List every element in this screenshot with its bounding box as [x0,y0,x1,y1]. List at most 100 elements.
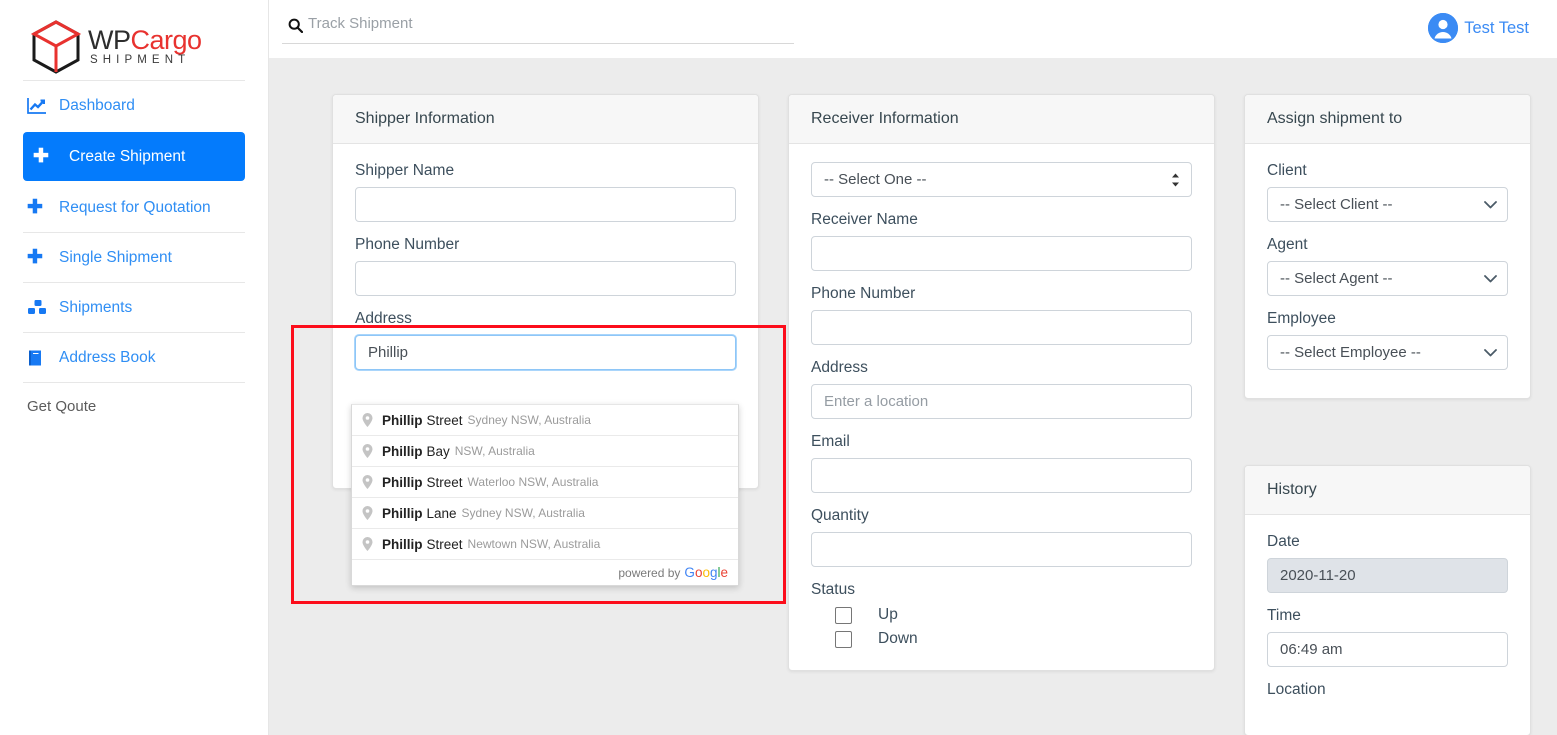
suggestion-secondary: NSW, Australia [454,444,535,458]
assign-card-title: Assign shipment to [1245,95,1530,144]
history-location-field: Location [1267,681,1508,699]
receiver-quantity-input[interactable] [811,532,1192,567]
suggestion-bold: Phillip [382,474,423,490]
status-option-down[interactable]: Down [811,630,1192,648]
receiver-name-field: Receiver Name [811,211,1192,271]
checkbox-up[interactable] [835,606,852,624]
sidebar-item-label: Address Book [59,348,156,366]
shipper-name-field: Shipper Name [355,162,736,222]
suggestion-rest: Street [426,474,463,490]
employee-select[interactable]: -- Select Employee -- [1267,335,1508,370]
receiver-address-input[interactable] [811,384,1192,419]
main-content: Shipper Information Shipper Name Phone N… [269,58,1557,735]
receiver-information-card: Receiver Information -- Select One -- Re… [788,94,1215,671]
receiver-name-label: Receiver Name [811,211,918,228]
agent-select[interactable]: -- Select Agent -- [1267,261,1508,296]
history-time-field: Time [1267,607,1508,667]
receiver-card-title: Receiver Information [789,95,1214,144]
autocomplete-suggestion[interactable]: Phillip Street Newtown NSW, Australia [352,529,738,560]
brand-name-part2: Cargo [130,25,203,56]
sidebar-item-shipments[interactable]: Shipments [23,283,245,332]
receiver-status-label: Status [811,581,855,598]
receiver-card-body: -- Select One -- Receiver Name Phone Num… [789,144,1214,670]
shipper-phone-label: Phone Number [355,236,460,253]
shipper-name-input[interactable] [355,187,736,222]
history-date-label: Date [1267,533,1300,550]
plus-icon: ✚ [27,247,43,268]
user-menu[interactable]: Test Test [1428,13,1529,43]
assign-shipment-card: Assign shipment to Client -- Select Clie… [1244,94,1531,399]
sidebar-item-dashboard[interactable]: Dashboard [23,81,245,130]
google-logo: Google [684,565,728,580]
map-pin-icon [362,475,382,489]
chart-line-icon [23,97,59,115]
history-location-label: Location [1267,681,1326,698]
autocomplete-suggestion[interactable]: Phillip Street Waterloo NSW, Australia [352,467,738,498]
history-time-label: Time [1267,607,1301,624]
cubes-icon [23,299,59,317]
receiver-address-field: Address [811,359,1192,419]
receiver-phone-label: Phone Number [811,285,916,302]
suggestion-secondary: Sydney NSW, Australia [461,506,585,520]
autocomplete-suggestion[interactable]: Phillip Bay NSW, Australia [352,436,738,467]
shipper-phone-input[interactable] [355,261,736,296]
sidebar-item-address-book[interactable]: Address Book [23,333,245,382]
receiver-address-label: Address [811,359,868,376]
assign-card-body: Client -- Select Client -- Agent -- Sele… [1245,144,1530,398]
sidebar-item-label: Shipments [59,298,133,316]
sidebar-item-request-for-quotation[interactable]: ✚ Request for Quotation [23,183,245,232]
history-time-input[interactable] [1267,632,1508,667]
sidebar-item-create-shipment[interactable]: ✚ Create Shipment [23,132,245,181]
history-card-title: History [1245,466,1530,515]
suggestion-bold: Phillip [382,412,423,428]
sidebar-item-label: Dashboard [59,96,135,114]
shipper-address-label: Address [355,310,412,327]
user-circle-icon [1428,13,1459,43]
brand-wordmark: WPCargo SHIPMENT [88,27,202,67]
receiver-phone-field: Phone Number [811,285,1192,345]
status-option-label: Down [878,630,918,647]
receiver-phone-input[interactable] [811,310,1192,345]
receiver-email-label: Email [811,433,850,450]
app-root: WPCargo SHIPMENT Dashboard ✚ Create Ship… [0,0,1557,735]
autocomplete-attribution: powered by Google [352,560,738,585]
assign-employee-label: Employee [1267,310,1336,327]
brand-name-part1: WP [88,25,131,56]
suggestion-secondary: Sydney NSW, Australia [467,413,591,427]
suggestion-bold: Phillip [382,536,423,552]
receiver-quantity-label: Quantity [811,507,869,524]
sidebar: WPCargo SHIPMENT Dashboard ✚ Create Ship… [0,0,269,735]
shipper-address-field: Address [355,310,736,370]
search-input[interactable] [308,14,794,37]
checkbox-down[interactable] [835,630,852,648]
sidebar-item-get-qoute[interactable]: Get Qoute [23,383,245,432]
shipper-address-input[interactable] [355,335,736,370]
sidebar-item-single-shipment[interactable]: ✚ Single Shipment [23,233,245,282]
shipper-card-title: Shipper Information [333,95,758,144]
assign-client-label: Client [1267,162,1307,179]
brand-logo[interactable]: WPCargo SHIPMENT [0,0,268,80]
assign-agent-field: Agent -- Select Agent -- [1267,236,1508,296]
plus-icon: ✚ [33,146,49,167]
history-date-input[interactable] [1267,558,1508,593]
map-pin-icon [362,444,382,458]
shipper-phone-field: Phone Number [355,236,736,296]
user-name: Test Test [1464,18,1529,37]
map-pin-icon [362,506,382,520]
autocomplete-suggestion[interactable]: Phillip Lane Sydney NSW, Australia [352,498,738,529]
receiver-select[interactable]: -- Select One -- [811,162,1192,197]
address-autocomplete-dropdown[interactable]: Phillip Street Sydney NSW, Australia Phi… [351,404,739,586]
receiver-email-field: Email [811,433,1192,493]
suggestion-secondary: Newtown NSW, Australia [467,537,601,551]
track-shipment-search[interactable] [282,8,794,44]
assign-employee-field: Employee -- Select Employee -- [1267,310,1508,370]
receiver-status-field: Status Up Down [811,581,1192,648]
client-select[interactable]: -- Select Client -- [1267,187,1508,222]
status-option-up[interactable]: Up [811,606,1192,624]
receiver-name-input[interactable] [811,236,1192,271]
status-option-label: Up [878,606,898,623]
sidebar-item-label: Request for Quotation [59,198,211,216]
autocomplete-suggestion[interactable]: Phillip Street Sydney NSW, Australia [352,405,738,436]
receiver-email-input[interactable] [811,458,1192,493]
topbar: Test Test [269,0,1557,58]
